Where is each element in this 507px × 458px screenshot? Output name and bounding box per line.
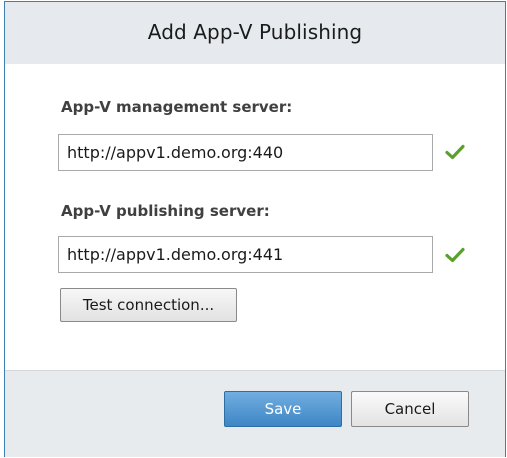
management-server-input[interactable]: http://appv1.demo.org:440 xyxy=(58,134,433,171)
management-server-label: App-V management server: xyxy=(61,98,293,116)
test-connection-button[interactable]: Test connection... xyxy=(60,288,237,322)
dialog-titlebar: Add App-V Publishing xyxy=(5,2,505,64)
save-button[interactable]: Save xyxy=(224,391,342,427)
publishing-server-label: App-V publishing server: xyxy=(61,202,270,220)
add-appv-publishing-dialog: Add App-V Publishing App-V management se… xyxy=(4,1,506,457)
publishing-valid-check-icon xyxy=(445,247,465,263)
cancel-button[interactable]: Cancel xyxy=(351,391,469,427)
dialog-title: Add App-V Publishing xyxy=(147,20,363,44)
management-valid-check-icon xyxy=(445,144,465,160)
publishing-server-input[interactable]: http://appv1.demo.org:441 xyxy=(58,236,433,273)
